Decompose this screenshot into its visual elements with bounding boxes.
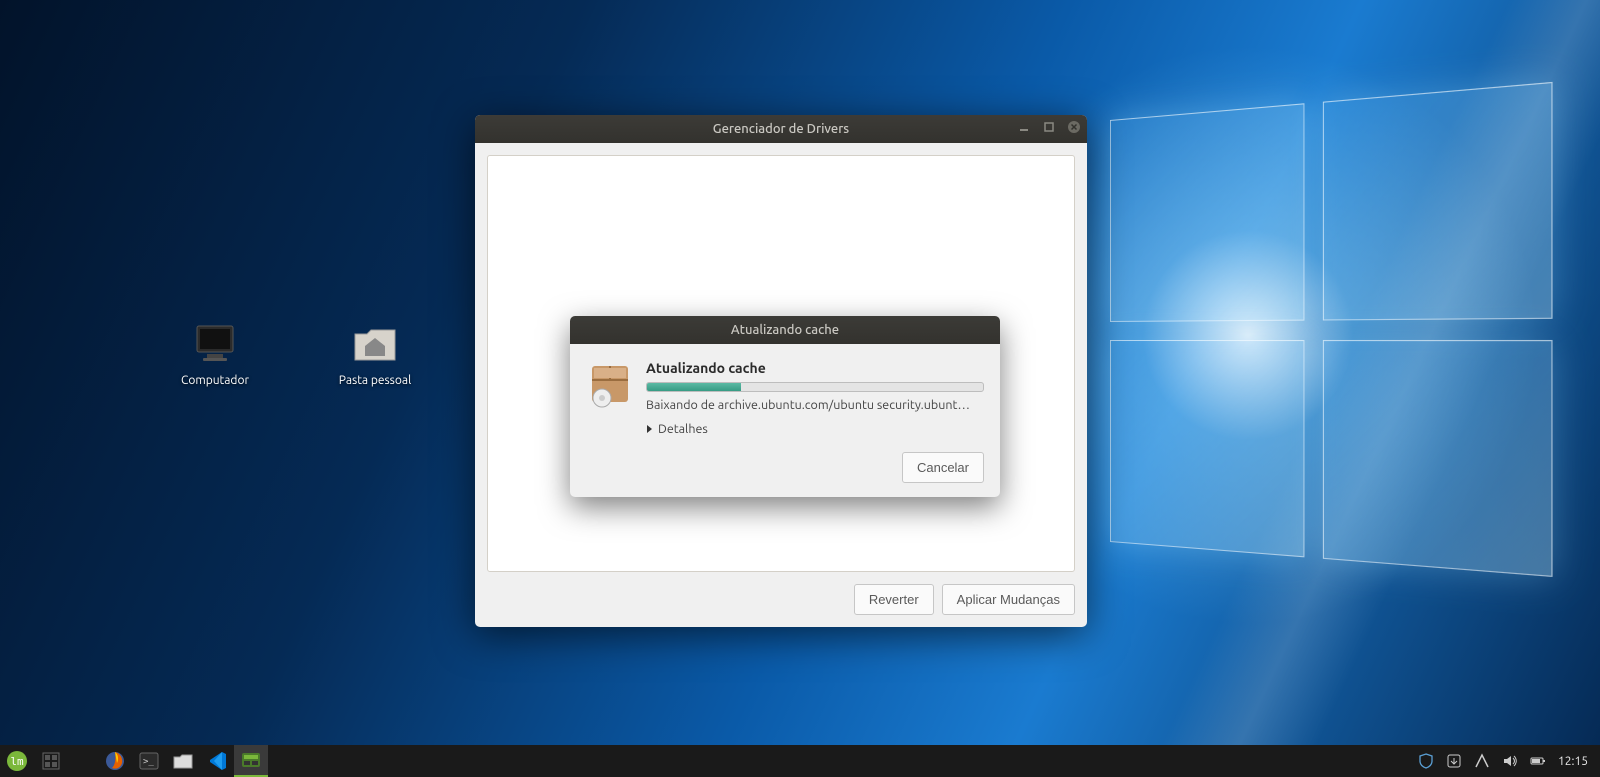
svg-text:>_: >_ — [143, 757, 154, 767]
desktop-icon-home[interactable]: Pasta pessoal — [330, 320, 420, 387]
package-icon — [586, 360, 634, 408]
network-icon[interactable] — [1474, 753, 1490, 769]
download-status-text: Baixando de archive.ubuntu.com/ubuntu se… — [646, 398, 984, 412]
revert-button[interactable]: Reverter — [854, 584, 934, 615]
volume-icon[interactable] — [1502, 753, 1518, 769]
dialog-title: Atualizando cache — [570, 323, 1000, 337]
updating-cache-dialog: Atualizando cache Atualizando cache Baix — [570, 316, 1000, 497]
desktop[interactable]: Computador Pasta pessoal Lixeira Gerenci… — [0, 0, 1600, 745]
shield-icon[interactable] — [1418, 753, 1434, 769]
show-desktop-button[interactable] — [34, 745, 68, 777]
taskbar-vscode[interactable] — [200, 745, 234, 777]
progress-bar — [646, 382, 984, 392]
updates-icon[interactable] — [1446, 753, 1462, 769]
taskbar-terminal[interactable]: >_ — [132, 745, 166, 777]
details-label: Detalhes — [658, 422, 708, 436]
svg-text:lm: lm — [10, 755, 24, 768]
dialog-heading: Atualizando cache — [646, 360, 984, 376]
clock[interactable]: 12:15 — [1558, 755, 1588, 768]
battery-icon[interactable] — [1530, 753, 1546, 769]
windows-logo-decoration — [1110, 120, 1540, 560]
details-expander[interactable]: Detalhes — [646, 422, 984, 436]
window-titlebar[interactable]: Gerenciador de Drivers — [475, 115, 1087, 143]
maximize-button[interactable] — [1041, 119, 1056, 134]
close-button[interactable] — [1066, 119, 1081, 134]
desktop-icon-label: Pasta pessoal — [339, 374, 411, 387]
desktop-icon-label: Computador — [181, 374, 249, 387]
apply-changes-button[interactable]: Aplicar Mudanças — [942, 584, 1075, 615]
taskbar: lm >_ 12:15 — [0, 745, 1600, 777]
system-tray: 12:15 — [1418, 753, 1600, 769]
window-title: Gerenciador de Drivers — [475, 122, 1087, 136]
dialog-titlebar[interactable]: Atualizando cache — [570, 316, 1000, 344]
taskbar-driver-manager[interactable] — [234, 745, 268, 777]
desktop-icon-computer[interactable]: Computador — [170, 320, 260, 387]
menu-button[interactable]: lm — [0, 745, 34, 777]
taskbar-firefox[interactable] — [98, 745, 132, 777]
chevron-right-icon — [646, 424, 654, 434]
progress-fill — [647, 383, 741, 391]
folder-home-icon — [351, 320, 399, 368]
minimize-button[interactable] — [1016, 119, 1031, 134]
computer-icon — [191, 320, 239, 368]
cancel-button[interactable]: Cancelar — [902, 452, 984, 483]
taskbar-files[interactable] — [166, 745, 200, 777]
